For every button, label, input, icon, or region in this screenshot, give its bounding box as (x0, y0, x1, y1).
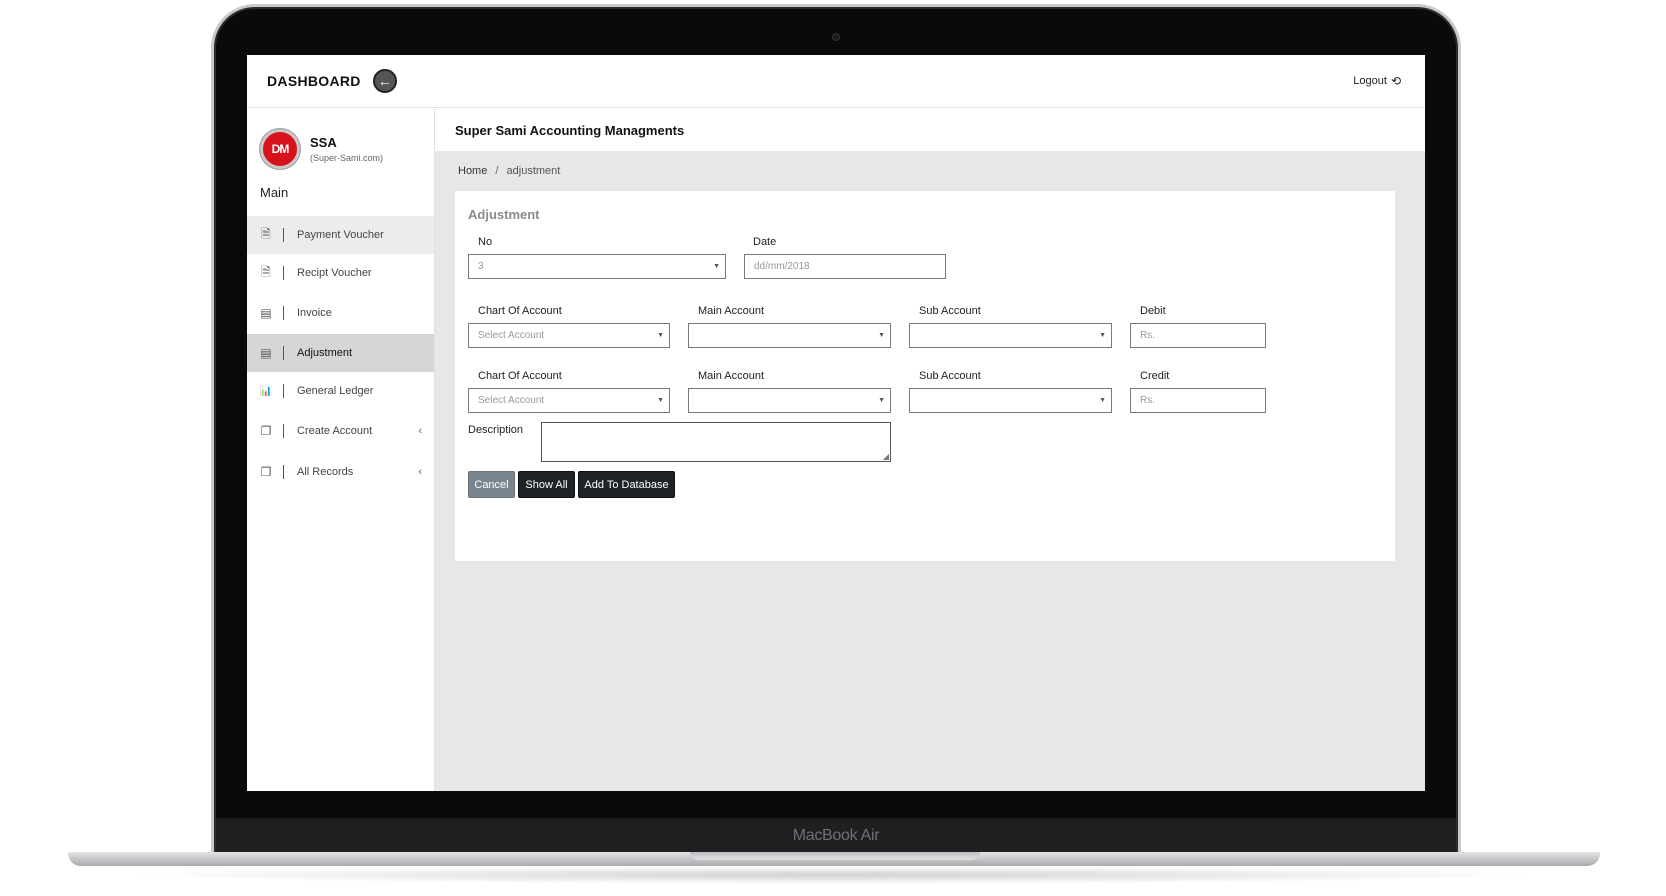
caret-down-icon: ▼ (713, 263, 720, 270)
sidebar-item-label: Recipt Voucher (297, 267, 372, 279)
laptop-chin: MacBook Air (216, 818, 1456, 854)
date-input[interactable]: dd/mm/2018 (744, 254, 946, 279)
sidebar-item-label: Payment Voucher (297, 229, 384, 241)
description-label: Description (468, 424, 524, 436)
credit-main-select[interactable]: ▼ (688, 388, 891, 413)
device-label: MacBook Air (792, 827, 880, 844)
nav-divider (283, 465, 284, 479)
sidebar-item-label: Adjustment (297, 347, 353, 359)
sidebar-item-invoice[interactable]: ▤ Invoice (247, 292, 434, 334)
credit-sub-label: Sub Account (919, 370, 981, 382)
nav-divider (283, 346, 284, 360)
sidebar-item-label: All Records (297, 466, 354, 478)
nav-divider (283, 384, 284, 398)
clipboard-icon: ▤ (260, 306, 272, 320)
caret-down-icon: ▼ (1099, 332, 1106, 339)
date-input-placeholder: dd/mm/2018 (754, 261, 810, 272)
form-title: Adjustment (468, 207, 540, 222)
credit-chart-value: Select Account (478, 395, 545, 406)
sidebar-item-label: Invoice (297, 307, 332, 319)
debit-chart-select[interactable]: Select Account ▼ (468, 323, 670, 348)
debit-sub-select[interactable]: ▼ (909, 323, 1112, 348)
sidebar-item-all-records[interactable]: ❐ All Records ‹ (247, 452, 434, 492)
caret-down-icon: ▼ (657, 332, 664, 339)
copy-icon: ❐ (260, 424, 272, 438)
dashboard-title[interactable]: DASHBOARD (267, 73, 361, 89)
chevron-left-icon[interactable]: ‹ (418, 425, 422, 437)
back-arrow-icon[interactable]: ← (372, 69, 397, 93)
sidebar-item-adjustment[interactable]: ▤ Adjustment (247, 334, 434, 372)
camera-icon (832, 33, 840, 41)
laptop-shadow (120, 866, 1546, 884)
profile-subtitle: (Super-Sami.com) (310, 153, 384, 163)
nav-divider (283, 266, 284, 280)
logout-link[interactable]: Logout ⟲ (1353, 74, 1401, 88)
debit-chart-value: Select Account (478, 330, 545, 341)
breadcrumb-home[interactable]: Home (458, 165, 487, 177)
logout-icon: ⟲ (1390, 74, 1401, 88)
document-icon: 🗎 (261, 226, 271, 241)
credit-input[interactable]: Rs. (1130, 388, 1266, 413)
nav-divider (283, 228, 284, 242)
resize-handle-icon[interactable]: ◢ (883, 452, 889, 461)
cancel-button[interactable]: Cancel (468, 471, 515, 498)
breadcrumb: Home / adjustment (435, 151, 1425, 192)
document-icon: 🗎 (261, 264, 271, 279)
sidebar: DM SSA (Super-Sami.com) Main 🗎 Payment V… (247, 109, 435, 791)
show-all-button[interactable]: Show All (518, 471, 575, 498)
chevron-left-icon[interactable]: ‹ (418, 466, 422, 478)
debit-label: Debit (1140, 305, 1166, 317)
breadcrumb-separator: / (495, 165, 499, 177)
top-navbar: DASHBOARD ← Logout ⟲ (247, 55, 1425, 108)
caret-down-icon: ▼ (878, 332, 885, 339)
credit-main-label: Main Account (698, 370, 765, 382)
adjustment-form-card: Adjustment No 3 ▼ Date dd/mm/2018 Chart … (455, 191, 1395, 561)
debit-main-label: Main Account (698, 305, 765, 317)
no-select-value: 3 (478, 261, 484, 272)
main-content: Super Sami Accounting Managments Home / … (435, 109, 1425, 791)
avatar: DM (260, 129, 300, 169)
brand: DASHBOARD ← (267, 69, 397, 93)
credit-chart-select[interactable]: Select Account ▼ (468, 388, 670, 413)
date-label: Date (753, 236, 777, 248)
profile-name: SSA (310, 135, 337, 150)
logout-label: Logout (1353, 75, 1387, 87)
nav-divider (283, 424, 284, 438)
sidebar-item-general-ledger[interactable]: 📊 General Ledger (247, 372, 434, 410)
screen: DASHBOARD ← Logout ⟲ DM SSA (Super-Sami.… (247, 55, 1425, 791)
debit-input[interactable]: Rs. (1130, 323, 1266, 348)
debit-main-select[interactable]: ▼ (688, 323, 891, 348)
sidebar-item-recipt-voucher[interactable]: 🗎 Recipt Voucher (247, 254, 434, 292)
page-title: Super Sami Accounting Managments (435, 109, 1425, 151)
debit-sub-label: Sub Account (919, 305, 981, 317)
sidebar-item-label: General Ledger (297, 385, 374, 397)
sidebar-section-title: Main (260, 185, 289, 200)
breadcrumb-current: adjustment (506, 165, 561, 177)
credit-sub-select[interactable]: ▼ (909, 388, 1112, 413)
sidebar-item-create-account[interactable]: ❐ Create Account ‹ (247, 410, 434, 452)
credit-input-placeholder: Rs. (1140, 395, 1155, 406)
bar-chart-icon: 📊 (259, 385, 273, 397)
clipboard-icon: ▤ (260, 346, 272, 360)
debit-input-placeholder: Rs. (1140, 330, 1155, 341)
description-textarea[interactable]: ◢ (541, 422, 891, 462)
caret-down-icon: ▼ (878, 397, 885, 404)
profile: DM SSA (Super-Sami.com) (247, 109, 434, 169)
laptop-base-notch (690, 852, 980, 860)
credit-chart-label: Chart Of Account (478, 370, 562, 382)
no-select[interactable]: 3 ▼ (468, 254, 726, 279)
credit-label: Credit (1140, 370, 1170, 382)
debit-chart-label: Chart Of Account (478, 305, 562, 317)
copy-icon: ❐ (260, 465, 272, 479)
add-to-database-button[interactable]: Add To Database (578, 471, 675, 498)
sidebar-item-payment-voucher[interactable]: 🗎 Payment Voucher (247, 216, 434, 254)
sidebar-item-label: Create Account (297, 425, 373, 437)
nav-divider (283, 306, 284, 320)
no-label: No (478, 236, 493, 248)
caret-down-icon: ▼ (1099, 397, 1106, 404)
caret-down-icon: ▼ (657, 397, 664, 404)
